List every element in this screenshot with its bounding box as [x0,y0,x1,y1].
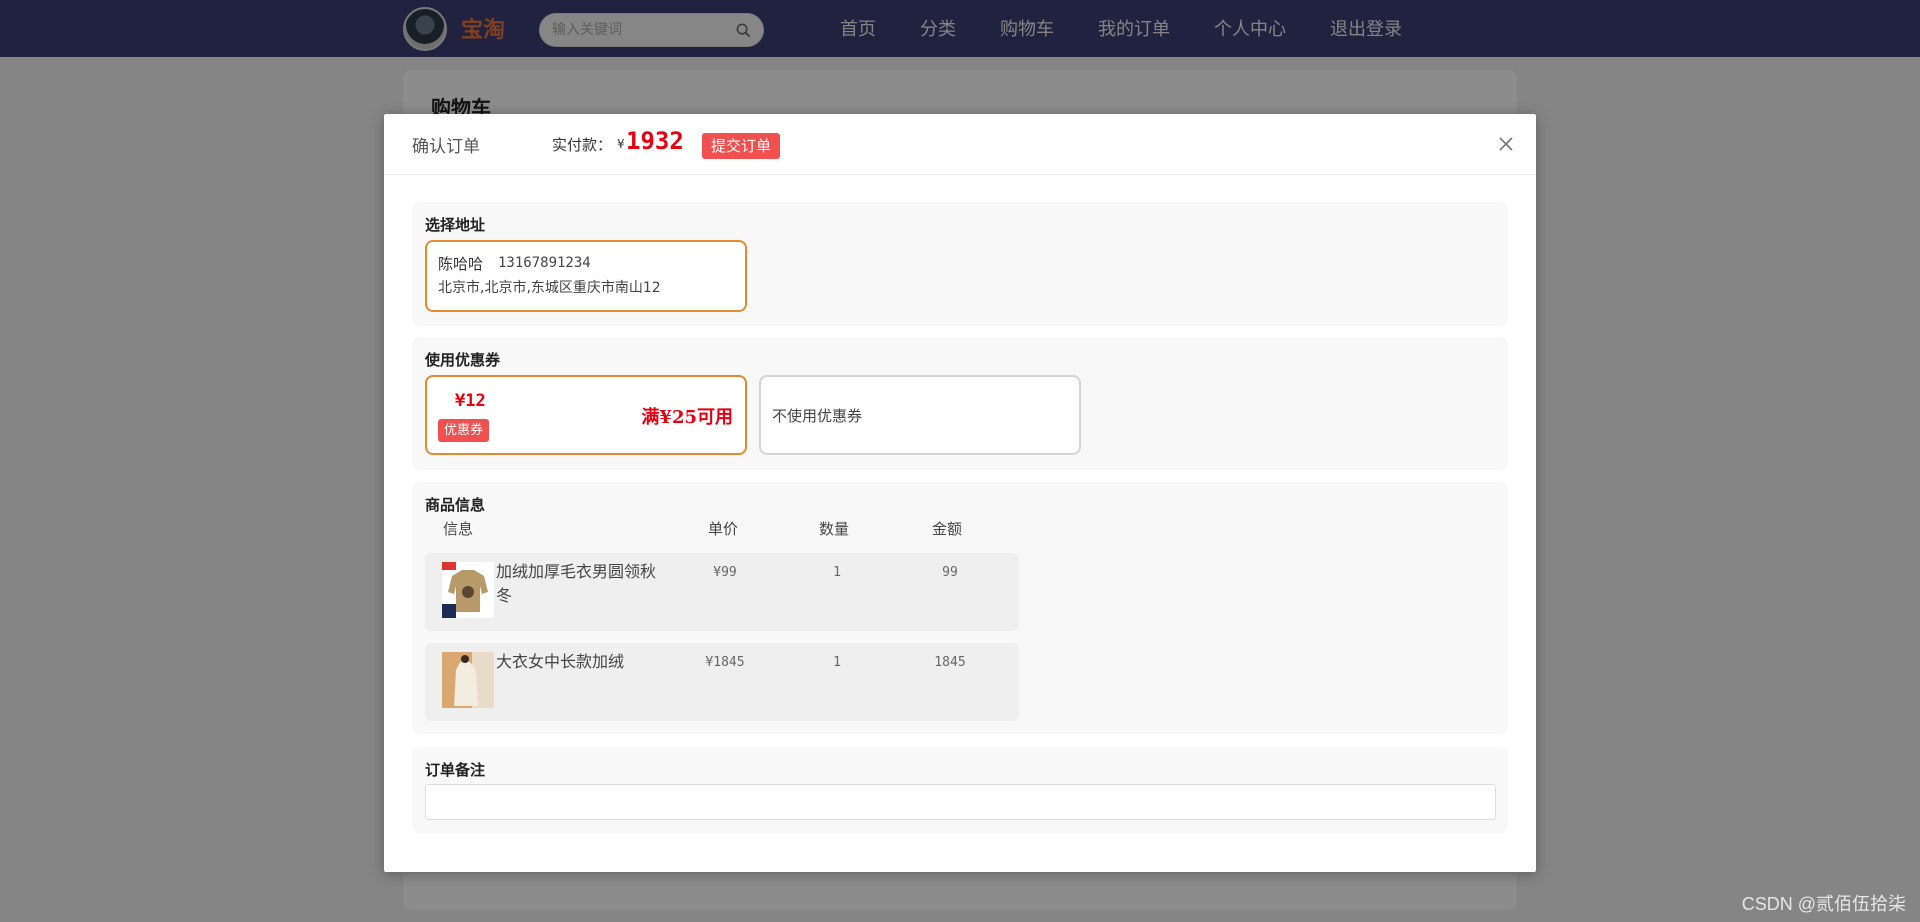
order-note-title: 订单备注 [425,761,486,779]
col-head-price: 单价 [708,520,739,538]
goods-price: ¥1845 [705,655,745,670]
close-icon[interactable] [1496,134,1516,154]
pay-amount: 1932 [626,127,684,155]
goods-name: 加绒加厚毛衣男圆领秋冬 [496,562,657,605]
address-section-title: 选择地址 [425,216,486,234]
goods-amount: 99 [942,565,958,580]
dialog-header: 确认订单 实付款： ¥ 1932 提交订单 [384,114,1536,175]
coupon-badge: 优惠券 [438,419,490,442]
pay-label: 实付款： [552,136,613,154]
goods-qty: 1 [833,655,841,670]
coupon-card-selected[interactable]: ¥12 优惠券 满¥25可用 [425,375,747,455]
goods-price: ¥99 [713,565,737,580]
no-coupon-label: 不使用优惠券 [772,407,863,425]
coupon-value: ¥12 [455,391,486,411]
address-detail: 北京市,北京市,东城区重庆市南山12 [438,280,661,296]
product-image-sweater[interactable] [442,562,494,618]
no-coupon-card[interactable]: 不使用优惠券 [759,375,1081,455]
goods-qty: 1 [833,565,841,580]
col-head-amount: 金额 [932,520,963,538]
coupon-section-title: 使用优惠券 [425,351,501,369]
address-phone: 13167891234 [498,255,591,271]
order-note-input[interactable] [425,784,1496,820]
col-head-info: 信息 [443,520,474,538]
goods-row: 大衣女中长款加绒 ¥1845 1 1845 [425,643,1019,721]
goods-amount: 1845 [934,655,966,670]
submit-order-button[interactable]: 提交订单 [702,133,781,159]
address-name: 陈哈哈 [438,255,484,273]
order-note-section: 订单备注 [412,747,1508,833]
pay-currency: ¥ [617,137,625,151]
goods-name: 大衣女中长款加绒 [496,652,625,671]
goods-section: 商品信息 信息 单价 数量 金额 加绒加厚毛衣男圆领秋冬 ¥99 1 99 大衣… [412,482,1508,734]
product-image-coat[interactable] [442,652,494,708]
address-section: 选择地址 陈哈哈 13167891234 北京市,北京市,东城区重庆市南山12 [412,202,1508,326]
watermark: CSDN @贰佰伍拾柒 [1741,894,1906,914]
confirm-order-dialog: 确认订单 实付款： ¥ 1932 提交订单 选择地址 陈哈哈 131678912… [384,114,1536,872]
coupon-condition: 满¥25可用 [641,407,733,428]
address-card-selected[interactable]: 陈哈哈 13167891234 北京市,北京市,东城区重庆市南山12 [425,240,747,312]
goods-section-title: 商品信息 [425,496,486,514]
col-head-qty: 数量 [819,520,850,538]
dialog-title: 确认订单 [412,137,480,157]
coupon-section: 使用优惠券 ¥12 优惠券 满¥25可用 不使用优惠券 [412,337,1508,470]
goods-row: 加绒加厚毛衣男圆领秋冬 ¥99 1 99 [425,553,1019,631]
